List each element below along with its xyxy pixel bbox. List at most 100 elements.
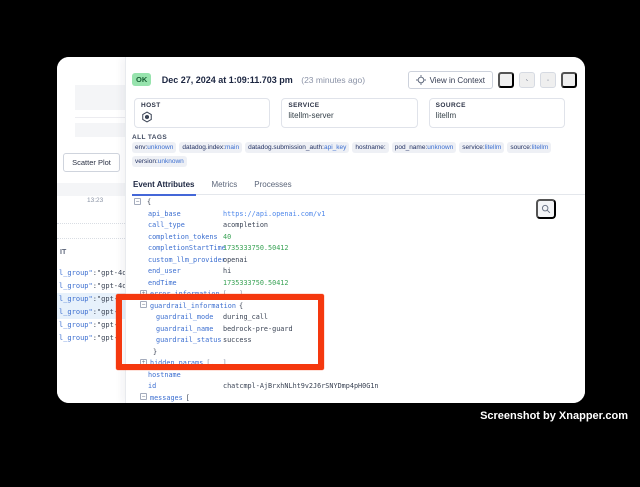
tab-event-attributes[interactable]: Event Attributes — [132, 178, 196, 196]
crosshair-icon — [416, 75, 426, 85]
attribute-row: id chatcmpl-AjBrxhNLht9v2J6rSNYDmp4pH0G1n — [126, 381, 585, 393]
source-label: SOURCE — [436, 102, 558, 109]
tag-key: service: — [462, 144, 484, 151]
attribute-row: custom_llm_provideropenai — [126, 255, 585, 267]
attribute-row: −{ — [126, 197, 585, 209]
collapse-icon[interactable]: − — [134, 198, 141, 205]
collapse-icon[interactable]: − — [140, 393, 147, 400]
header-actions: View in Context — [408, 71, 577, 89]
attribute-key[interactable]: end_user — [148, 267, 181, 275]
attribute-row: completion_tokens 40 — [126, 232, 585, 244]
tag-value: unknown — [427, 144, 453, 151]
attribute-key[interactable]: completion_tokens — [148, 233, 218, 241]
tag-key: env: — [135, 144, 147, 151]
facet-list-item[interactable]: l_group":"gpt- — [57, 306, 125, 319]
source-box[interactable]: SOURCE litellm — [429, 98, 565, 128]
attribute-key[interactable]: id — [148, 382, 156, 390]
attribute-value: 40 — [223, 232, 231, 244]
scatter-plot-button[interactable]: Scatter Plot — [63, 153, 120, 172]
annotation-highlight-rectangle — [116, 294, 324, 370]
attribute-row: end_user hi — [126, 266, 585, 278]
tag-value: api_key — [324, 144, 346, 151]
facet-list-header: IT — [60, 249, 66, 256]
tag-pill[interactable]: hostname: — [352, 142, 388, 153]
attribute-value: 1735333750.50412 — [223, 243, 288, 255]
facet-list-item[interactable]: l_group":"gpt- — [57, 332, 125, 345]
attribute-row: call_typeacompletion — [126, 220, 585, 232]
facet-list-item[interactable]: l_group":"gpt- — [57, 319, 125, 332]
tags-list: env:unknowndatadog.index:maindatadog.sub… — [132, 142, 568, 167]
attribute-key[interactable]: completionStartTime — [148, 244, 226, 252]
facet-list-item[interactable]: l_group":"gpt- — [57, 293, 125, 306]
attribute-key[interactable]: call_type — [148, 221, 185, 229]
facet-key: l_group" — [59, 282, 93, 290]
gridline — [57, 223, 125, 224]
facet-value: :"gpt- — [93, 308, 118, 316]
host-label: HOST — [141, 102, 263, 109]
tag-pill[interactable]: version:unknown — [132, 156, 187, 167]
background-window-strip: Scatter Plot 13:23 IT l_group":"gpt-4ol_… — [57, 57, 125, 403]
tag-pill[interactable]: source:litellm — [507, 142, 551, 153]
host-hexagon-icon — [141, 111, 263, 123]
attribute-value: hi — [223, 266, 231, 278]
facet-value: :"gpt-4o — [93, 269, 125, 277]
tag-pill[interactable]: datadog.submission_auth:api_key — [245, 142, 349, 153]
service-box[interactable]: SERVICE litellm-server — [281, 98, 417, 128]
all-tags-label: ALL TAGS — [132, 134, 167, 141]
close-icon[interactable] — [561, 72, 577, 88]
facet-value: :"gpt-4o — [93, 282, 125, 290]
attribute-value: 1735333750.50412 — [223, 278, 288, 290]
view-in-context-button[interactable]: View in Context — [408, 71, 493, 89]
attribute-row: api_base https://api.openai.com/v1 — [126, 209, 585, 221]
background-panel-block — [75, 85, 125, 110]
tag-key: hostname: — [355, 144, 385, 151]
tag-value: main — [225, 144, 239, 151]
tab-bar: Event Attributes Metrics Processes — [132, 178, 585, 195]
tag-key: version: — [135, 158, 158, 165]
tab-processes[interactable]: Processes — [253, 178, 292, 194]
attribute-key[interactable]: endTime — [148, 279, 177, 287]
source-value: litellm — [436, 111, 558, 120]
export-share-icon[interactable] — [540, 72, 556, 88]
facet-key: l_group" — [59, 308, 93, 316]
relative-time: (23 minutes ago) — [301, 75, 365, 85]
edit-pencil-icon[interactable] — [498, 72, 514, 88]
facet-value: :"gpt- — [93, 321, 118, 329]
service-label: SERVICE — [288, 102, 410, 109]
attribute-key[interactable]: messages — [150, 394, 183, 402]
gridline — [57, 238, 125, 239]
tag-key: datadog.submission_auth: — [248, 144, 324, 151]
facet-list-item[interactable]: l_group":"gpt-4o — [57, 280, 125, 293]
host-service-source-row: HOST SERVICE litellm-server SOURCE litel… — [134, 98, 565, 128]
facet-key: l_group" — [59, 334, 93, 342]
facet-list: l_group":"gpt-4ol_group":"gpt-4ol_group"… — [57, 267, 125, 345]
status-badge: OK — [132, 73, 151, 86]
attribute-value: chatcmpl-AjBrxhNLht9v2J6rSNYDmp4pH0G1n — [223, 381, 379, 393]
host-box[interactable]: HOST — [134, 98, 270, 128]
facet-key: l_group" — [59, 295, 93, 303]
attribute-row: completionStartTime1735333750.50412 — [126, 243, 585, 255]
tag-pill[interactable]: service:litellm — [459, 142, 504, 153]
facet-value: :"gpt- — [93, 295, 118, 303]
tag-pill[interactable]: pod_name:unknown — [392, 142, 457, 153]
facet-value: :"gpt- — [93, 334, 118, 342]
tab-metrics[interactable]: Metrics — [211, 178, 239, 194]
facet-list-item[interactable]: l_group":"gpt-4o — [57, 267, 125, 280]
tag-value: unknown — [147, 144, 173, 151]
facet-key: l_group" — [59, 321, 93, 329]
app-window: Scatter Plot 13:23 IT l_group":"gpt-4ol_… — [57, 57, 585, 403]
facet-key: l_group" — [59, 269, 93, 277]
attribute-value[interactable]: https://api.openai.com/v1 — [223, 209, 325, 221]
attribute-key[interactable]: custom_llm_provider — [148, 256, 226, 264]
watermark-text: Screenshot by Xnapper.com — [480, 410, 628, 422]
tag-pill[interactable]: env:unknown — [132, 142, 176, 153]
trace-connection-icon[interactable] — [519, 72, 535, 88]
panel-header: OK Dec 27, 2024 at 1:09:11.703 pm (23 mi… — [132, 71, 577, 93]
attribute-value: openai — [223, 255, 248, 267]
background-panel-block — [75, 123, 125, 137]
tag-key: datadog.index: — [182, 144, 225, 151]
tag-pill[interactable]: datadog.index:main — [179, 142, 242, 153]
attribute-key[interactable]: api_base — [148, 210, 181, 218]
attribute-key[interactable]: hostname — [148, 371, 181, 379]
event-timestamp: Dec 27, 2024 at 1:09:11.703 pm — [162, 75, 293, 85]
